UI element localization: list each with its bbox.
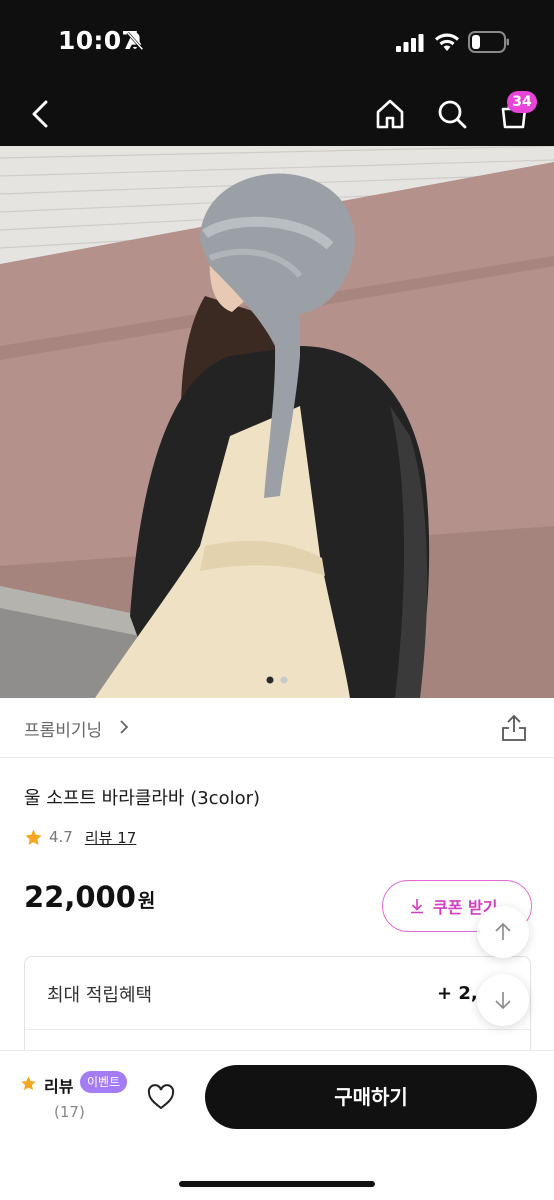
- product-title: 울 소프트 바라클라바 (3color): [24, 788, 261, 809]
- signal-icon: [396, 34, 424, 52]
- arrow-down-icon: [495, 992, 511, 1010]
- download-icon: [411, 899, 423, 914]
- benefits-value: + 2,1: [437, 983, 477, 1004]
- price-unit: 원: [137, 890, 156, 912]
- store-name-link[interactable]: 프롬비기닝: [24, 716, 102, 741]
- star-icon: [21, 1076, 36, 1091]
- product-photo: [0, 146, 554, 698]
- review-count: (17): [54, 1103, 85, 1121]
- divider: [25, 1029, 530, 1030]
- store-row[interactable]: 프롬비기닝: [0, 698, 554, 758]
- heart-icon[interactable]: [146, 1083, 176, 1111]
- scroll-up-button[interactable]: [477, 906, 529, 958]
- chevron-right-icon: [120, 720, 129, 734]
- battery-icon: [468, 31, 509, 53]
- review-label: 리뷰: [44, 1077, 74, 1096]
- cart-count-badge: 34: [507, 91, 537, 113]
- price-row: 22,000 원: [24, 880, 155, 914]
- search-icon[interactable]: [435, 97, 469, 131]
- review-button[interactable]: 리뷰 이벤트 (17): [20, 1071, 130, 1131]
- rating-value: 4.7: [49, 828, 73, 846]
- buy-button[interactable]: 구매하기: [205, 1065, 537, 1129]
- home-indicator: [179, 1181, 375, 1187]
- price: 22,000: [24, 880, 136, 914]
- wifi-icon: [435, 33, 459, 51]
- status-bar: 10:07: [0, 0, 554, 84]
- bell-slash-icon: [126, 31, 144, 51]
- benefits-label: 최대 적립혜택: [47, 985, 153, 1006]
- review-count-link[interactable]: 리뷰 17: [85, 827, 136, 848]
- rating-row: 4.7 리뷰 17: [24, 826, 136, 848]
- back-icon[interactable]: [24, 97, 58, 131]
- share-icon[interactable]: [501, 714, 527, 742]
- home-icon[interactable]: [373, 97, 407, 131]
- product-image-carousel[interactable]: [0, 146, 554, 698]
- star-icon: [25, 829, 42, 845]
- bottom-action-bar: 리뷰 이벤트 (17) 구매하기: [0, 1050, 554, 1200]
- top-nav-bar: 34: [0, 84, 554, 146]
- scroll-down-button[interactable]: [477, 974, 529, 1026]
- arrow-up-icon: [495, 922, 511, 940]
- event-badge: 이벤트: [80, 1071, 128, 1093]
